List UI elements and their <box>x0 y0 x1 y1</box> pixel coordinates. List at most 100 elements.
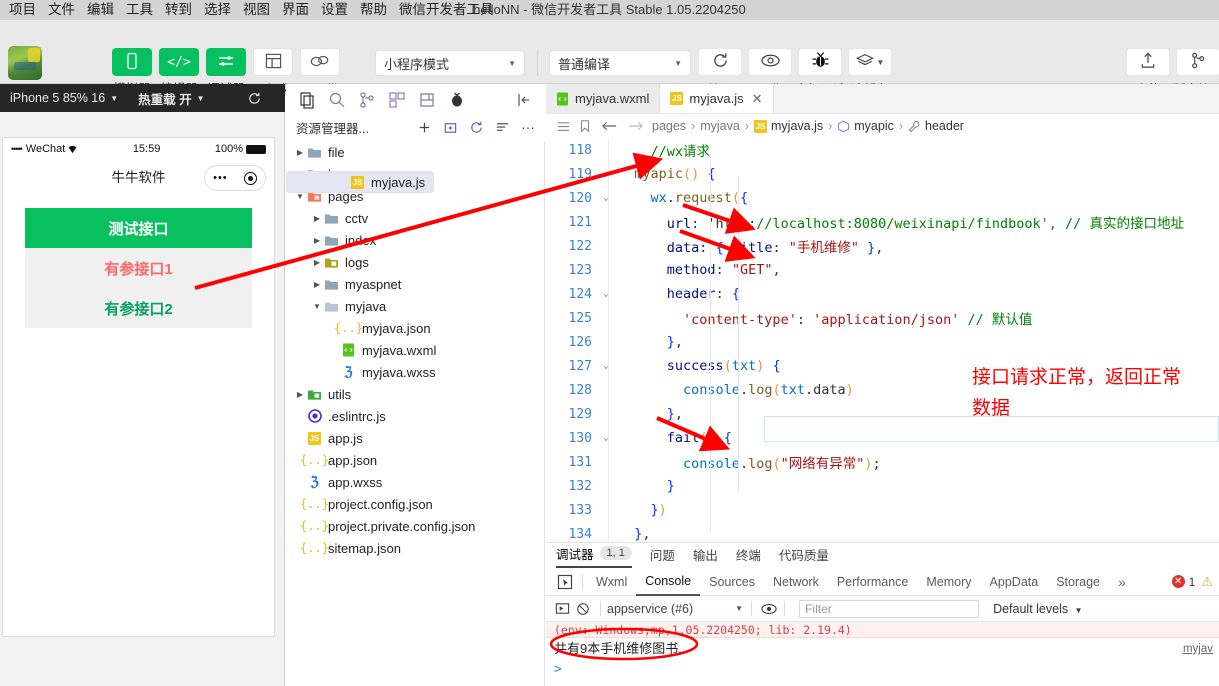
menu-item-5[interactable]: 选择 <box>198 0 237 20</box>
tree-item-app-json[interactable]: {..} app.json <box>286 449 544 471</box>
toolbar-button-refresh[interactable]: 编译 <box>698 48 742 97</box>
tree-item-myjava-js[interactable]: JS myjava.js <box>286 171 435 193</box>
outline-icon[interactable] <box>552 119 574 134</box>
step-icon[interactable] <box>552 601 572 616</box>
files-icon[interactable] <box>292 87 322 113</box>
devtools-subtab-memory[interactable]: Memory <box>917 569 980 595</box>
device-select[interactable]: iPhone 5 85% 16 ▼ <box>0 91 128 105</box>
fold-chevron-icon[interactable]: ⌄ <box>598 361 614 371</box>
breadcrumb-part-2[interactable]: myjava.js <box>771 119 823 133</box>
tree-item-logs[interactable]: ▶ logs <box>286 251 544 273</box>
phone-button-2[interactable]: 有参接口2 <box>25 288 252 328</box>
chevron-right-icon[interactable]: ▶ <box>294 148 306 157</box>
toolbar-button-layers[interactable]: ▼清缓存 <box>848 48 892 97</box>
devtools-tab-3[interactable]: 终端 <box>736 545 761 567</box>
tree-item-index[interactable]: ▶ index <box>286 229 544 251</box>
code-editor[interactable]: 118 //wx请求 119 ⌄ myapic() {120 ⌄ wx.request… <box>546 138 1219 542</box>
toolbar-button-code[interactable]: </>编辑器 <box>159 48 199 96</box>
back-arrow-icon[interactable] <box>596 119 622 133</box>
devtools-tab-2[interactable]: 输出 <box>693 545 718 567</box>
mode-select[interactable]: 小程序模式 ▼ <box>375 50 525 76</box>
tree-item-app-js[interactable]: JS app.js <box>286 427 544 449</box>
eye-icon[interactable] <box>760 603 778 615</box>
bookmark-icon[interactable] <box>574 119 596 133</box>
console-levels-select[interactable]: Default levels ▼ <box>993 602 1082 616</box>
devtools-subtab-network[interactable]: Network <box>764 569 828 595</box>
console-output[interactable]: (env: Windows,mp,1.05.2204250; lib: 2.19… <box>546 622 1219 686</box>
wechat-capsule[interactable]: ••• <box>204 165 266 191</box>
tree-item-myjava-json[interactable]: {..} myjava.json <box>286 317 544 339</box>
fold-chevron-icon[interactable]: ⌄ <box>598 193 614 203</box>
menu-item-7[interactable]: 界面 <box>276 0 315 20</box>
toolbar-button-upload[interactable]: 上传 <box>1126 48 1170 97</box>
devtools-subtab-appdata[interactable]: AppData <box>981 569 1048 595</box>
breadcrumb-part-1[interactable]: myjava <box>700 119 740 133</box>
devtools-tab-4[interactable]: 代码质量 <box>779 545 829 567</box>
add-file-icon[interactable] <box>411 116 437 138</box>
tree-item-utils[interactable]: ▶ utils <box>286 383 544 405</box>
chevron-right-icon[interactable]: ▶ <box>311 214 323 223</box>
tree-item-project-private-config-json[interactable]: {..} project.private.config.json <box>286 515 544 537</box>
devtools-subtab-storage[interactable]: Storage <box>1047 569 1109 595</box>
chevron-right-icon[interactable]: ▶ <box>311 258 323 267</box>
console-prompt[interactable]: > <box>546 660 1219 680</box>
devtools-subtab-sources[interactable]: Sources <box>700 569 764 595</box>
menu-item-2[interactable]: 编辑 <box>81 0 120 20</box>
devtools-subtab-wxml[interactable]: Wxml <box>587 569 636 595</box>
menu-item-8[interactable]: 设置 <box>315 0 354 20</box>
devtools-tab-1[interactable]: 问题 <box>650 545 675 567</box>
tree-item-myjava-wxss[interactable]: ℨmyjava.wxss <box>286 361 544 383</box>
add-folder-icon[interactable] <box>437 116 463 138</box>
toolbar-button-bug[interactable]: 真机调试 <box>795 48 845 97</box>
fold-chevron-icon[interactable]: ⌄ <box>598 289 614 299</box>
menu-item-10[interactable]: 微信开发者工具 <box>393 0 500 20</box>
more-icon[interactable]: ··· <box>515 116 541 138</box>
menu-item-3[interactable]: 工具 <box>120 0 159 20</box>
collapse-all-icon[interactable] <box>489 116 515 138</box>
editor-tab-myjava-js[interactable]: JS myjava.js ✕ <box>660 84 774 113</box>
console-source-link[interactable]: myjav <box>1183 638 1213 660</box>
console-filter-input[interactable]: Filter <box>799 599 980 618</box>
menu-item-1[interactable]: 文件 <box>42 0 81 20</box>
fold-chevron-icon[interactable]: ⌄ <box>598 169 614 179</box>
tree-item-myjava-wxml[interactable]: myjava.wxml <box>286 339 544 361</box>
tree-item-file[interactable]: ▶ file <box>286 141 544 163</box>
menu-item-9[interactable]: 帮助 <box>354 0 393 20</box>
menu-item-0[interactable]: 项目 <box>3 0 42 20</box>
editor-tab-myjava-wxml[interactable]: myjava.wxml <box>546 84 661 113</box>
toolbar-button-sliders[interactable]: 调试器 <box>206 48 246 96</box>
chevron-right-icon[interactable]: ▶ <box>311 280 323 289</box>
toolbar-button-branch[interactable]: 版本管理 <box>1173 48 1219 97</box>
tree-item-myjava[interactable]: ▼ myjava <box>286 295 544 317</box>
menu-item-6[interactable]: 视图 <box>237 0 276 20</box>
close-icon[interactable]: ✕ <box>752 91 763 107</box>
debug-icon[interactable] <box>442 87 472 113</box>
inspect-icon[interactable] <box>552 574 578 590</box>
console-context-select[interactable]: appservice (#6) <box>607 602 693 616</box>
breadcrumb-part-0[interactable]: pages <box>652 119 686 133</box>
forward-arrow-icon[interactable] <box>622 119 648 133</box>
tree-item-myaspnet[interactable]: ▶ myaspnet <box>286 273 544 295</box>
toolbar-button-layout[interactable]: 可视化 <box>253 48 293 97</box>
breadcrumb-part-4[interactable]: header <box>925 119 964 133</box>
menu-item-4[interactable]: 转到 <box>159 0 198 20</box>
tree-item--eslintrc-js[interactable]: .eslintrc.js <box>286 405 544 427</box>
hot-reload-select[interactable]: 热重载 开 ▼ <box>128 89 214 108</box>
tree-item-app-wxss[interactable]: ℨapp.wxss <box>286 471 544 493</box>
devtools-subtab-console[interactable]: Console <box>636 568 701 596</box>
toolbar-button-eye[interactable]: 预览 <box>748 48 792 97</box>
collapse-icon[interactable] <box>509 87 539 113</box>
tree-item-project-config-json[interactable]: {..} project.config.json <box>286 493 544 515</box>
tree-item-sitemap-json[interactable]: {..} sitemap.json <box>286 537 544 559</box>
devtools-tab-0[interactable]: 调试器 1, 1 <box>556 544 632 568</box>
overflow-tabs-button[interactable]: » <box>1109 569 1135 595</box>
chevron-right-icon[interactable]: ▶ <box>311 236 323 245</box>
toolbar-button-cloud[interactable]: 云开发 <box>300 48 340 97</box>
toolbar-button-phone[interactable]: 模拟器 <box>112 48 152 96</box>
source-control-icon[interactable] <box>352 87 382 113</box>
phone-button-0[interactable]: 测试接口 <box>25 208 252 248</box>
compile-select[interactable]: 普通编译 ▼ <box>549 50 691 76</box>
breadcrumb-part-3[interactable]: myapic <box>854 119 894 133</box>
clear-icon[interactable] <box>572 602 594 616</box>
extensions-icon[interactable] <box>382 87 412 113</box>
